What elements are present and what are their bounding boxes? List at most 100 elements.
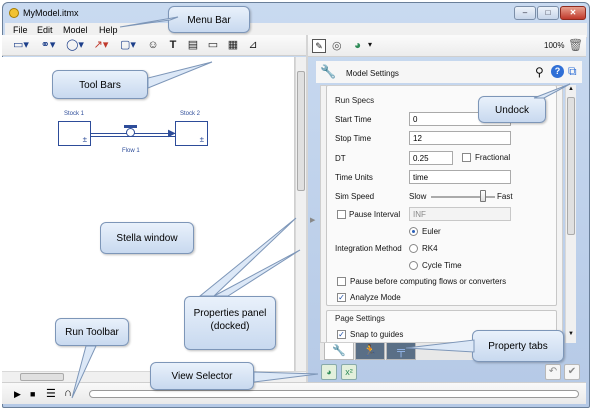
interface-icon[interactable]: ◎: [332, 39, 342, 52]
edit-mode-icon[interactable]: ✎: [312, 39, 326, 53]
sim-speed-label: Sim Speed: [335, 192, 375, 201]
flow-label: Flow 1: [122, 148, 140, 154]
stock2[interactable]: ±: [175, 121, 208, 146]
callout-properties-panel: Properties panel (docked): [184, 296, 276, 350]
help-icon[interactable]: ?: [551, 65, 564, 78]
time-units-input[interactable]: [409, 170, 511, 184]
text-tool-icon[interactable]: T: [166, 39, 180, 52]
fractional-label: Fractional: [475, 153, 511, 162]
wrench-icon: 🔧: [320, 64, 337, 79]
dt-input[interactable]: [409, 151, 453, 165]
pause-before-label: Pause before computing flows or converte…: [350, 277, 507, 286]
chevron-down-icon[interactable]: ▾: [368, 40, 372, 49]
tab-format[interactable]: ╤: [386, 343, 416, 360]
ghost-tool-icon[interactable]: ☺: [146, 39, 160, 52]
menu-file[interactable]: File: [13, 25, 28, 35]
maximize-button[interactable]: □: [537, 6, 559, 20]
trash-icon[interactable]: 🗑: [568, 38, 583, 52]
rk4-radio[interactable]: [409, 244, 418, 253]
callout-run-toolbar: Run Toolbar: [55, 318, 129, 346]
callout-undock: Undock: [478, 96, 546, 123]
rk4-label: RK4: [422, 244, 438, 253]
panel-title: Model Settings: [346, 69, 399, 78]
panel-toolbar: ✎ ◎ ◕ ▾ 100% 🗑: [308, 35, 586, 57]
panel-header: 🔧 Model Settings ⚲ ? ⧉: [316, 61, 582, 83]
slider-icon[interactable]: ▭: [206, 39, 220, 52]
graph-icon[interactable]: ⊿: [246, 39, 260, 52]
play-icon[interactable]: ▶: [14, 389, 21, 400]
stop-time-label: Stop Time: [335, 134, 372, 143]
stock1[interactable]: ±: [58, 121, 91, 146]
minimize-button[interactable]: –: [514, 6, 536, 20]
integration-method-label: Integration Method: [335, 244, 402, 253]
canvas-vertical-thumb[interactable]: [297, 71, 305, 191]
dt-label: DT: [335, 154, 346, 163]
converter-tool-icon[interactable]: ◯▾: [64, 39, 86, 52]
time-units-label: Time Units: [335, 173, 373, 182]
euler-label: Euler: [422, 227, 441, 236]
input-device-icon[interactable]: ▤: [186, 39, 200, 52]
callout-stella-window: Stella window: [100, 222, 194, 254]
canvas-vertical-scrollbar[interactable]: [295, 57, 306, 371]
snap-checkbox[interactable]: ✓: [337, 330, 346, 339]
globe-icon[interactable]: ◕: [354, 38, 361, 52]
pause-interval-label: Pause Interval: [349, 210, 401, 219]
zoom-level[interactable]: 100%: [544, 41, 564, 50]
table-icon[interactable]: ▦: [226, 39, 240, 52]
stock2-label: Stock 2: [180, 111, 201, 117]
menu-edit[interactable]: Edit: [37, 25, 53, 35]
properties-body: Run Specs Start Time Stop Time DT Fracti…: [320, 85, 563, 343]
flow-valve-icon[interactable]: [126, 128, 135, 137]
stock1-sign: ±: [82, 135, 87, 144]
callout-property-tabs: Property tabs: [472, 330, 564, 362]
menu-model[interactable]: Model: [63, 25, 88, 35]
snap-label: Snap to guides: [350, 330, 404, 339]
undo-icon[interactable]: ↶: [545, 364, 561, 380]
tab-model-settings[interactable]: 🔧: [324, 343, 354, 360]
page-settings-title: Page Settings: [335, 314, 385, 323]
equation-view-icon[interactable]: x²: [341, 364, 357, 380]
callout-tool-bars: Tool Bars: [52, 70, 148, 99]
pause-before-checkbox[interactable]: [337, 277, 346, 286]
undock-icon[interactable]: ⧉: [568, 64, 577, 79]
app-icon: [9, 8, 19, 18]
panel-vertical-scrollbar[interactable]: ▲ ▼: [565, 85, 576, 343]
collapse-arrow-icon[interactable]: ▶: [310, 216, 315, 224]
tab-run[interactable]: 🏃: [355, 343, 385, 360]
menu-help[interactable]: Help: [99, 25, 118, 35]
module-tool-icon[interactable]: ▢▾: [116, 39, 140, 52]
run-specs-title: Run Specs: [335, 96, 375, 105]
panel-splitter[interactable]: [306, 35, 308, 382]
flow-tool-icon[interactable]: ⚭▾: [36, 39, 60, 52]
pause-interval-checkbox[interactable]: [337, 210, 346, 219]
panel-vertical-thumb[interactable]: [567, 97, 575, 235]
fractional-checkbox[interactable]: [462, 153, 471, 162]
stock2-sign: ±: [199, 135, 204, 144]
analyze-mode-label: Analyze Mode: [350, 293, 401, 302]
stock-tool-icon[interactable]: ▭▾: [10, 39, 32, 52]
connector-tool-icon[interactable]: ↗▾: [90, 39, 112, 52]
run-toolbar: ▶ ■ ☰ ∩: [2, 382, 586, 404]
cycle-time-radio[interactable]: [409, 261, 418, 270]
sim-speed-fast: Fast: [497, 192, 513, 201]
scroll-up-icon[interactable]: ▲: [568, 86, 574, 92]
confirm-icon[interactable]: ✔: [564, 364, 580, 380]
analyze-mode-checkbox[interactable]: ✓: [337, 293, 346, 302]
cycle-time-label: Cycle Time: [422, 261, 462, 270]
run-progress-slider[interactable]: [89, 390, 579, 398]
model-toolbar: ▭▾ ⚭▾ ◯▾ ↗▾ ▢▾ ☺ T ▤ ▭ ▦ ⊿: [2, 35, 306, 56]
callout-view-selector: View Selector: [150, 362, 254, 390]
database-icon[interactable]: ☰: [46, 387, 56, 400]
search-icon[interactable]: ⚲: [535, 65, 544, 79]
pause-interval-input[interactable]: [409, 207, 511, 221]
stop-icon[interactable]: ■: [30, 389, 35, 399]
stop-time-input[interactable]: [409, 131, 511, 145]
scroll-down-icon[interactable]: ▼: [568, 331, 574, 337]
canvas-horizontal-thumb[interactable]: [20, 373, 64, 381]
close-button[interactable]: ✕: [560, 6, 586, 20]
magnet-icon[interactable]: ∩: [64, 387, 72, 399]
euler-radio[interactable]: [409, 227, 418, 236]
stock1-label: Stock 1: [64, 111, 85, 117]
map-view-icon[interactable]: ◕: [321, 364, 337, 380]
sim-speed-knob[interactable]: [480, 190, 487, 202]
